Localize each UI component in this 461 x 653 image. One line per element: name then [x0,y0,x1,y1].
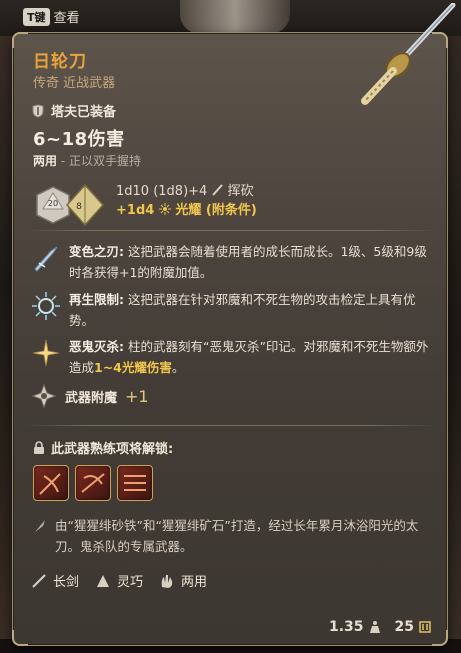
property-versatile[interactable]: 两用 [159,571,207,590]
handed-note: - 正以双手握持 [57,154,141,168]
feature-tail: 。 [171,360,185,375]
corner-ornament [12,32,28,48]
feature-name: 再生限制: [69,292,124,307]
property-longsword[interactable]: 长剑 [31,571,79,590]
extra-damage-dice: +1d4 [116,203,155,218]
feature-text: 变色之刃: 这把武器会随着使用者的成长而成长。1级、5级和9级时各获得+1的附魔… [69,241,439,283]
property-label: 长剑 [53,575,80,590]
changing-blade-icon [34,246,58,272]
damage-formula: 1d10 (1d8)+4 挥砍 [116,180,254,199]
weight-icon [369,621,380,633]
damage-range: 6~18伤害 [33,129,125,150]
katana-icon [361,3,456,105]
equipped-by-row: 塔夫已装备 [31,101,116,120]
feature-text: 恶鬼灭杀: 柱的武器刻有“恶鬼灭杀”印记。对邪魔和不死生物额外造成1~4光耀伤害… [69,336,439,378]
mastery-title-text: 此武器熟练项将解锁: [51,442,174,457]
radiant-icon [158,203,171,215]
quill-icon [35,520,45,532]
mastery-action-1-icon[interactable] [33,465,69,501]
price-display: 25 [395,619,431,635]
mastery-action-2-icon[interactable] [75,465,111,501]
enchantment-label: 武器附魔 [65,390,118,406]
damage-dice: 1d10 (1d8)+4 [116,184,208,199]
property-label: 两用 [181,575,208,590]
corner-ornament [432,630,448,646]
item-rarity-type: 传奇 近战武器 [33,76,116,91]
weapon-properties: 长剑 灵巧 两用 [31,571,207,590]
enchantment-icon [31,383,57,409]
weight-value: 1.35 [328,619,364,635]
mastery-unlock-title: 此武器熟练项将解锁: [33,438,173,457]
enchantment-value: +1 [125,386,149,406]
feature-name: 变色之刃: [69,244,124,259]
section-divider [25,230,435,231]
handed-main: 两用 [33,154,58,168]
feature-text: 再生限制: 这把武器在针对邪魔和不死生物的攻击检定上具有优势。 [69,289,439,331]
item-tooltip: 日轮刀 传奇 近战武器 塔夫已装备 6~18伤害 两用 - 正以双手握持 20 … [12,3,456,646]
corner-ornament [12,630,28,646]
extra-damage: +1d4 光耀 (附条件) [116,199,257,218]
weight-display: 1.35 [329,619,381,635]
weapon-enchantment: 武器附魔 +1 [31,383,149,409]
dice-icon: 20 8 [36,183,105,227]
property-finesse[interactable]: 灵巧 [95,571,143,590]
feature-highlight: 1~4光耀伤害 [94,360,172,375]
versatile-icon [161,574,173,588]
mastery-action-3-icon[interactable] [117,465,153,501]
longsword-icon [32,573,46,588]
price-value: 25 [394,619,414,635]
extra-damage-type: 光耀 (附条件) [175,203,257,218]
d20-label: 20 [48,199,58,208]
feature-name: 恶鬼灭杀: [69,339,124,354]
hotkey-label: 查看 [53,11,80,26]
mastery-action-list [33,465,153,501]
lore-text: 由“猩猩绯砂铁”和“猩猩绯矿石”打造，经过长年累月沐浴阳光的太刀。鬼杀队的专属武… [55,518,419,554]
background-character [180,0,290,34]
property-label: 灵巧 [117,575,144,590]
d8-label: 8 [76,202,82,212]
hotkey-cap: T键 [23,7,50,26]
damage-type: 挥砍 [227,184,254,199]
lock-icon [34,440,44,454]
inspect-hotkey-hint[interactable]: T键 查看 [23,7,80,26]
equipped-by-text: 塔夫已装备 [51,105,117,120]
gold-icon [419,621,431,633]
handed-status: 两用 - 正以双手握持 [33,152,141,169]
item-footer: 1.35 25 [329,619,431,635]
radiant-star-icon [32,339,60,367]
slashing-icon [212,184,224,196]
section-divider [25,425,435,426]
regeneration-burst-icon [32,292,60,320]
armor-icon [32,103,44,118]
item-name: 日轮刀 [33,52,87,72]
finesse-icon [97,574,110,587]
